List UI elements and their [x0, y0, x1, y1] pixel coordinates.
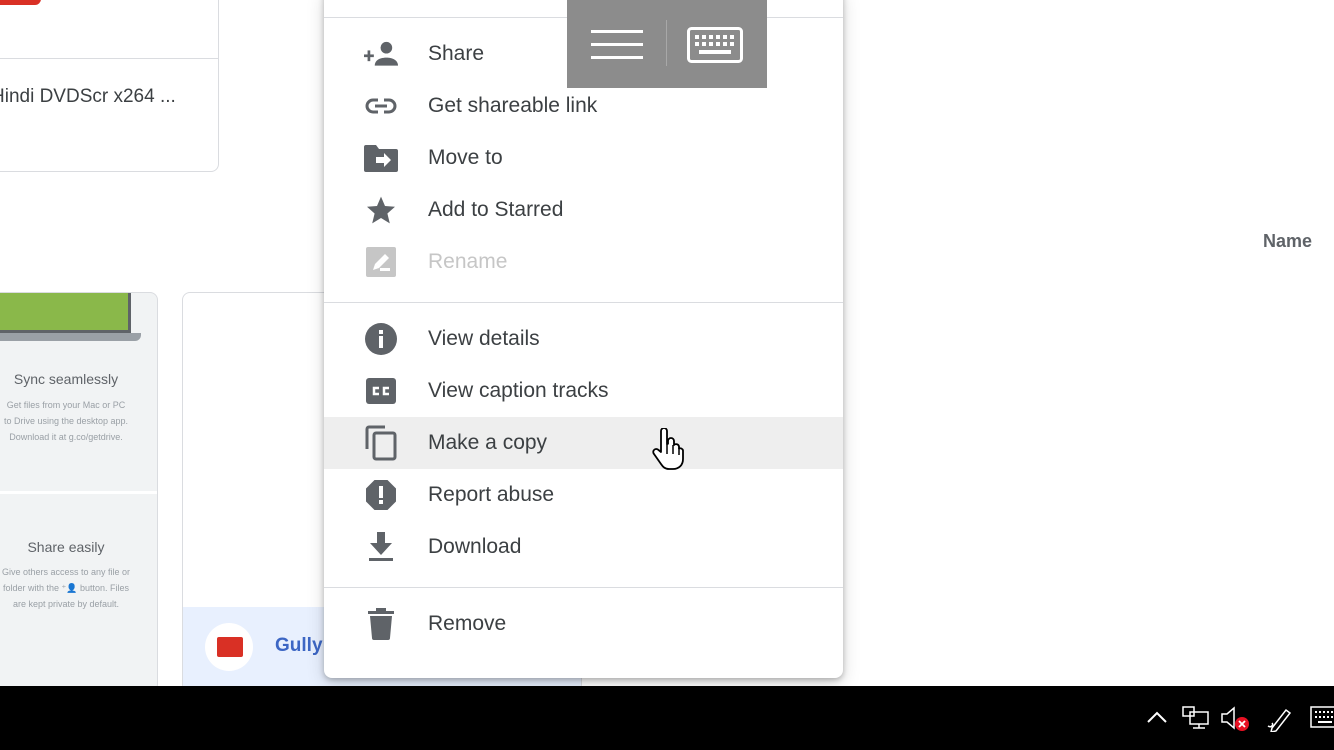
promo-share-title: Share easily — [27, 539, 105, 555]
menu-item-label: Move to — [428, 146, 503, 169]
toolbar-divider — [666, 20, 667, 66]
report-icon — [364, 479, 398, 511]
promo-sync-line: to Drive using the desktop app. — [3, 416, 129, 426]
promo-sync-line: Get files from your Mac or PC — [6, 400, 126, 410]
menu-item-label: Rename — [428, 250, 508, 273]
video-icon — [217, 637, 243, 657]
menu-item-label: Report abuse — [428, 483, 555, 506]
menu-item-view-details[interactable]: View details — [324, 313, 843, 365]
promo-share-text: Give others access to any file or folder… — [0, 564, 141, 612]
chevron-up-icon[interactable] — [1146, 710, 1168, 724]
promo-share-line: Give others access to any file or — [1, 567, 131, 577]
promo-share-line: folder with the ⁺👤 button. Files — [2, 583, 129, 593]
menu-item-label: Get shareable link — [428, 94, 598, 117]
promo-card[interactable]: Sync seamlessly Get files from your Mac … — [0, 292, 158, 692]
laptop-illustration — [0, 293, 131, 333]
menu-item-download[interactable]: Download — [324, 521, 843, 573]
network-icon[interactable] — [1182, 706, 1210, 730]
menu-item-rename: Rename — [324, 236, 843, 288]
move-to-folder-icon — [364, 142, 398, 174]
laptop-base-illustration — [0, 333, 141, 341]
file-card[interactable]: Hindi DVDScr x264 ... — [0, 0, 219, 172]
star-icon — [364, 194, 398, 226]
card-divider — [0, 58, 218, 59]
hand-cursor-icon — [652, 428, 684, 470]
menu-divider — [324, 302, 843, 303]
person-add-icon — [364, 38, 398, 70]
promo-share-line: are kept private by default. — [12, 599, 120, 609]
video-type-icon-wrapper — [205, 623, 253, 671]
info-icon — [364, 323, 398, 355]
windows-taskbar — [0, 686, 1334, 750]
sort-by-name-header[interactable]: Name — [1263, 231, 1312, 252]
menu-item-add-to-starred[interactable]: Add to Starred — [324, 184, 843, 236]
trash-icon — [364, 608, 398, 640]
promo-sync-text: Get files from your Mac or PC to Drive u… — [0, 397, 141, 445]
menu-item-remove[interactable]: Remove — [324, 598, 843, 650]
menu-item-label: Share — [428, 42, 485, 65]
floating-toolbar — [567, 0, 767, 88]
copy-icon — [364, 425, 398, 461]
menu-item-report-abuse[interactable]: Report abuse — [324, 469, 843, 521]
menu-item-view-caption-tracks[interactable]: View caption tracks — [324, 365, 843, 417]
hamburger-menu-icon[interactable] — [591, 30, 643, 60]
download-icon — [364, 531, 398, 563]
menu-item-label: View details — [428, 327, 540, 350]
promo-divider — [0, 491, 157, 494]
rename-icon — [364, 246, 398, 278]
link-icon — [364, 90, 398, 122]
pen-icon[interactable] — [1266, 706, 1296, 732]
volume-muted-icon[interactable] — [1220, 706, 1250, 732]
closed-caption-icon — [364, 375, 398, 407]
menu-item-label: Download — [428, 535, 522, 558]
touch-keyboard-icon[interactable] — [1310, 706, 1334, 730]
menu-item-make-a-copy[interactable]: Make a copy — [324, 417, 843, 469]
video-file-name: Gully — [275, 635, 323, 656]
menu-item-label: Make a copy — [428, 431, 548, 454]
promo-sync-line: Download it at g.co/getdrive. — [9, 432, 123, 442]
file-title: Hindi DVDScr x264 ... — [0, 86, 176, 107]
file-type-badge — [0, 0, 41, 5]
menu-item-label: Remove — [428, 612, 507, 635]
menu-item-label: Add to Starred — [428, 198, 564, 221]
menu-item-move-to[interactable]: Move to — [324, 132, 843, 184]
menu-item-label: View caption tracks — [428, 379, 609, 402]
menu-divider — [324, 587, 843, 588]
context-menu: Share Get shareable link Move to Add to … — [324, 0, 843, 678]
keyboard-icon[interactable] — [687, 27, 743, 63]
promo-sync-title: Sync seamlessly — [13, 371, 119, 387]
